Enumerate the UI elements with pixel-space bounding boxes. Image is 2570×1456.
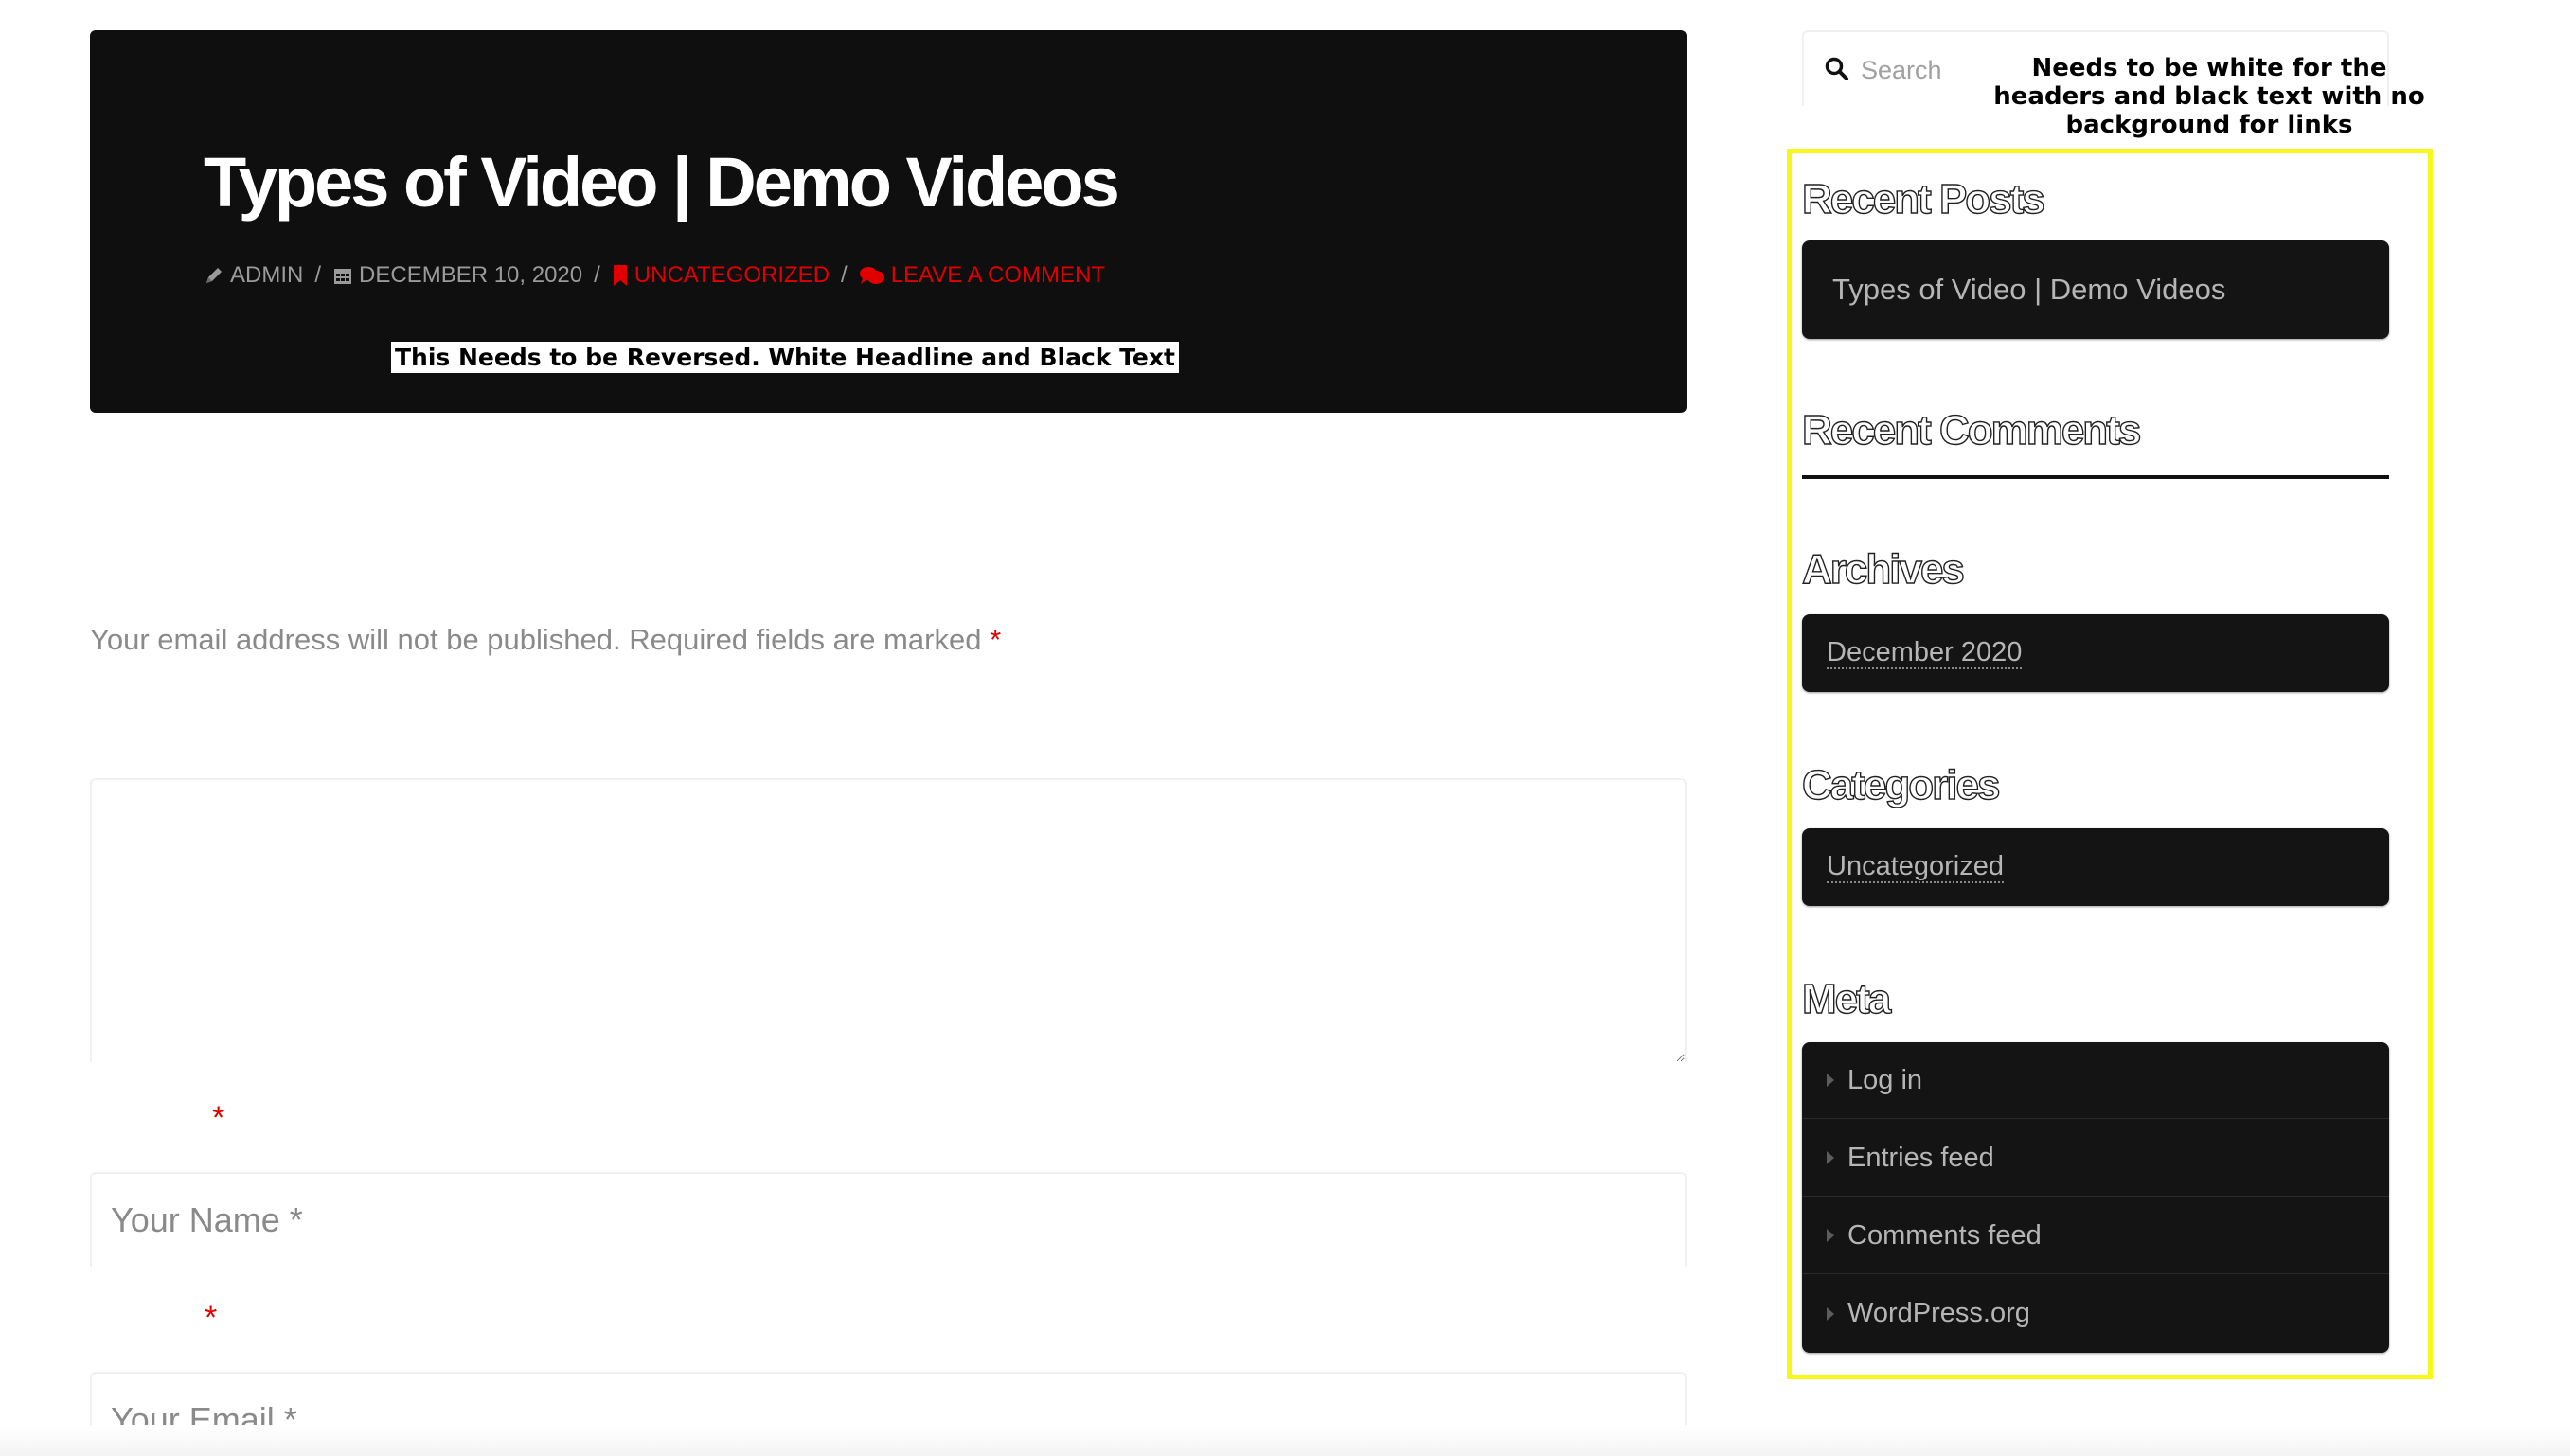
- meta-item-log-in[interactable]: Log in: [1802, 1042, 2389, 1119]
- archives-title: Archives: [1801, 545, 1965, 593]
- recent-comments-divider: [1802, 475, 2389, 479]
- meta-category[interactable]: UNCATEGORIZED: [612, 262, 830, 289]
- comment-textarea[interactable]: [90, 778, 1687, 1062]
- recent-post-link[interactable]: Types of Video | Demo Videos: [1832, 273, 2225, 307]
- bookmark-icon: [613, 265, 627, 286]
- pencil-icon: [206, 268, 222, 283]
- meta-item-label: WordPress.org: [1847, 1298, 2030, 1328]
- post-header: Types of Video | Demo Videos ADMIN / DEC…: [90, 30, 1687, 413]
- recent-posts-list: Types of Video | Demo Videos: [1802, 240, 2389, 339]
- page-bottom-fade: [0, 1425, 2570, 1456]
- leave-comment-link[interactable]: LEAVE A COMMENT: [891, 262, 1105, 289]
- recent-posts-title: Recent Posts: [1801, 175, 2045, 222]
- sidebar-annotation: Needs to be white for the headers and bl…: [1993, 54, 2425, 139]
- name-field[interactable]: [90, 1172, 1687, 1267]
- caret-right-icon: [1827, 1074, 1834, 1087]
- recent-comments-title: Recent Comments: [1801, 406, 2142, 453]
- comment-notes: Your email address will not be published…: [90, 623, 1001, 657]
- date-label: DECEMBER 10, 2020: [359, 262, 583, 288]
- category-link[interactable]: UNCATEGORIZED: [634, 262, 830, 289]
- categories-list: Uncategorized: [1802, 828, 2389, 906]
- post-meta: ADMIN / DECEMBER 10, 2020 / UNCATEGORIZE…: [204, 262, 1105, 289]
- meta-separator: /: [594, 262, 600, 288]
- meta-list: Log in Entries feed Comments feed WordPr…: [1802, 1042, 2389, 1353]
- meta-author: ADMIN: [204, 262, 303, 289]
- comment-notes-text: Your email address will not be published…: [90, 623, 982, 656]
- email-required-star: *: [205, 1300, 218, 1336]
- search-icon[interactable]: [1825, 57, 1849, 81]
- meta-item-label: Entries feed: [1847, 1142, 1994, 1173]
- meta-item-label: Log in: [1847, 1064, 1923, 1095]
- calendar-icon: [334, 269, 352, 284]
- meta-separator: /: [841, 262, 848, 288]
- post-title: Types of Video | Demo Videos: [204, 143, 1120, 222]
- category-link-uncategorized[interactable]: Uncategorized: [1827, 851, 2004, 883]
- archive-link-december-2020[interactable]: December 2020: [1827, 637, 2023, 669]
- meta-item-wordpress-org[interactable]: WordPress.org: [1802, 1275, 2389, 1352]
- meta-title: Meta: [1801, 975, 1892, 1022]
- categories-title: Categories: [1801, 761, 2001, 808]
- caret-right-icon: [1827, 1306, 1834, 1321]
- meta-date: DECEMBER 10, 2020: [332, 262, 582, 289]
- name-required-star: *: [212, 1100, 225, 1136]
- meta-item-comments-feed[interactable]: Comments feed: [1802, 1198, 2389, 1274]
- meta-comments[interactable]: LEAVE A COMMENT: [859, 262, 1105, 289]
- meta-separator: /: [314, 262, 322, 288]
- comments-icon: [859, 267, 884, 284]
- required-star: *: [990, 623, 1002, 656]
- caret-right-icon: [1827, 1151, 1834, 1164]
- meta-item-label: Comments feed: [1847, 1219, 2042, 1251]
- meta-item-entries-feed[interactable]: Entries feed: [1802, 1120, 2389, 1197]
- author-label[interactable]: ADMIN: [230, 262, 303, 289]
- reverse-note-label: This Needs to be Reversed. White Headlin…: [391, 342, 1179, 373]
- archives-list: December 2020: [1802, 614, 2389, 692]
- caret-right-icon: [1827, 1229, 1834, 1242]
